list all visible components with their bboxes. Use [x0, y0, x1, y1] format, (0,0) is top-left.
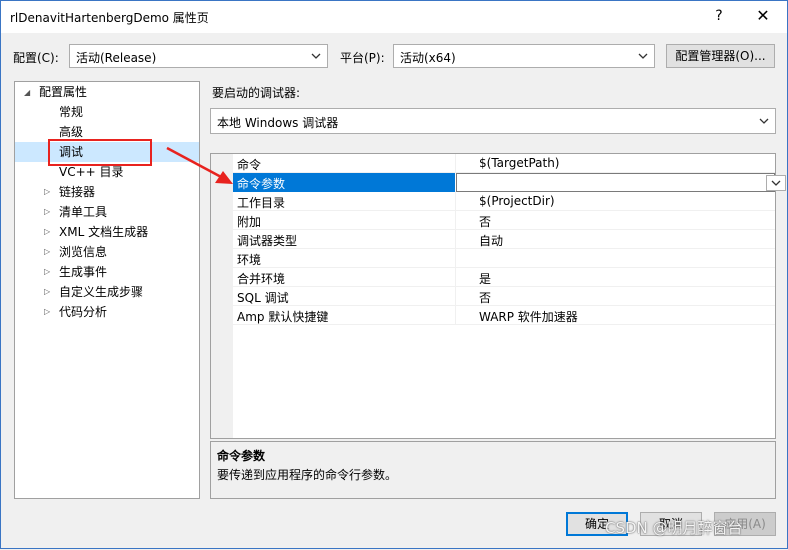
- collapsed-triangle-icon[interactable]: ▷: [44, 207, 54, 217]
- column-divider: [455, 268, 456, 287]
- column-divider: [455, 230, 456, 249]
- property-name: 合并环境: [237, 272, 286, 286]
- collapsed-triangle-icon[interactable]: ▷: [44, 307, 54, 317]
- chevron-down-icon: [759, 118, 769, 124]
- tree-item-linker[interactable]: 链接器: [59, 182, 95, 202]
- property-value: WARP 软件加速器: [479, 310, 578, 324]
- tree-item-custom-build-step[interactable]: 自定义生成步骤: [59, 282, 143, 302]
- property-row-amp-default-accelerator[interactable]: Amp 默认快捷键 WARP 软件加速器: [233, 306, 775, 325]
- debugger-value: 本地 Windows 调试器: [217, 116, 339, 130]
- property-grid: 命令 $(TargetPath) 命令参数 工作目录 $(ProjectDir)…: [210, 153, 786, 439]
- platform-combobox[interactable]: 活动(x64): [393, 44, 655, 68]
- chevron-down-icon: [638, 53, 648, 59]
- property-value: 否: [479, 291, 492, 305]
- platform-value: 活动(x64): [400, 51, 456, 65]
- collapsed-triangle-icon[interactable]: ▷: [44, 187, 54, 197]
- property-value: 否: [479, 215, 492, 229]
- column-divider: [455, 287, 456, 306]
- property-name: 工作目录: [237, 196, 286, 210]
- config-label: 配置(C):: [13, 51, 59, 65]
- property-name: 附加: [237, 215, 262, 229]
- property-row-working-directory[interactable]: 工作目录 $(ProjectDir): [233, 192, 775, 211]
- property-value: $(TargetPath): [479, 156, 560, 170]
- tree-item-xml-doc-generator[interactable]: XML 文档生成器: [59, 222, 148, 242]
- tree-item-browse-info[interactable]: 浏览信息: [59, 242, 107, 262]
- column-divider: [455, 192, 456, 211]
- title-bar: rlDenavitHartenbergDemo 属性页 ? ✕: [1, 1, 787, 33]
- property-row-sql-debugging[interactable]: SQL 调试 否: [233, 287, 775, 306]
- property-row-merge-environment[interactable]: 合并环境 是: [233, 268, 775, 287]
- tree-item-vc-directories[interactable]: VC++ 目录: [59, 162, 124, 182]
- collapsed-triangle-icon[interactable]: ▷: [44, 247, 54, 257]
- config-combobox[interactable]: 活动(Release): [69, 44, 328, 68]
- value-dropdown-button[interactable]: [766, 175, 786, 191]
- watermark: CSDN @明月醉窗台: [605, 519, 743, 537]
- property-value: 自动: [479, 234, 504, 248]
- property-row-environment[interactable]: 环境: [233, 249, 775, 268]
- description-title: 命令参数: [217, 449, 266, 463]
- description-panel: 命令参数 要传递到应用程序的命令行参数。: [210, 441, 776, 499]
- property-row-debugger-type[interactable]: 调试器类型 自动: [233, 230, 775, 249]
- property-name: 命令: [237, 158, 262, 172]
- property-name: 环境: [237, 253, 262, 267]
- debugger-label: 要启动的调试器:: [212, 86, 301, 100]
- tree-item-debugging[interactable]: 调试: [15, 142, 199, 162]
- debugger-combobox[interactable]: 本地 Windows 调试器: [210, 108, 776, 134]
- tree-item-general[interactable]: 常规: [59, 102, 83, 122]
- tree-item-code-analysis[interactable]: 代码分析: [59, 302, 107, 322]
- collapsed-triangle-icon[interactable]: ▷: [44, 267, 54, 277]
- column-divider: [455, 211, 456, 230]
- property-value: $(ProjectDir): [479, 194, 555, 208]
- column-divider: [455, 306, 456, 325]
- tree-item-manifest-tool[interactable]: 清单工具: [59, 202, 107, 222]
- tree-item-advanced[interactable]: 高级: [59, 122, 83, 142]
- chevron-down-icon: [311, 53, 321, 59]
- command-arguments-input[interactable]: [456, 173, 775, 192]
- description-text: 要传递到应用程序的命令行参数。: [217, 468, 398, 482]
- property-value: 是: [479, 272, 492, 286]
- column-divider: [455, 249, 456, 268]
- tree-root-config-properties[interactable]: 配置属性: [39, 82, 87, 102]
- window-title: rlDenavitHartenbergDemo 属性页: [10, 11, 209, 25]
- collapsed-triangle-icon[interactable]: ▷: [44, 287, 54, 297]
- collapsed-triangle-icon[interactable]: ▷: [44, 227, 54, 237]
- expanded-triangle-icon[interactable]: ◢: [24, 88, 34, 98]
- close-icon[interactable]: ✕: [751, 5, 775, 27]
- property-name: 命令参数: [237, 177, 286, 191]
- property-name: SQL 调试: [237, 291, 289, 305]
- chevron-down-icon: [771, 180, 781, 186]
- property-row-attach[interactable]: 附加 否: [233, 211, 775, 230]
- platform-label: 平台(P):: [340, 51, 385, 65]
- config-value: 活动(Release): [76, 51, 157, 65]
- property-name: 调试器类型: [237, 234, 298, 248]
- property-pages-dialog: rlDenavitHartenbergDemo 属性页 ? ✕ 配置(C): 活…: [0, 0, 788, 549]
- help-icon[interactable]: ?: [707, 5, 731, 27]
- property-row-command-arguments[interactable]: 命令参数: [233, 173, 786, 192]
- grid-gutter: [211, 154, 233, 438]
- property-name: Amp 默认快捷键: [237, 310, 329, 324]
- tree-item-build-events[interactable]: 生成事件: [59, 262, 107, 282]
- configuration-manager-button[interactable]: 配置管理器(O)...: [666, 44, 775, 68]
- property-row-command[interactable]: 命令 $(TargetPath): [233, 154, 775, 173]
- property-tree: ◢ 配置属性 常规 高级 调试 VC++ 目录 ▷ 链接器 ▷ 清单工具 ▷ X…: [14, 81, 200, 499]
- column-divider: [455, 154, 456, 173]
